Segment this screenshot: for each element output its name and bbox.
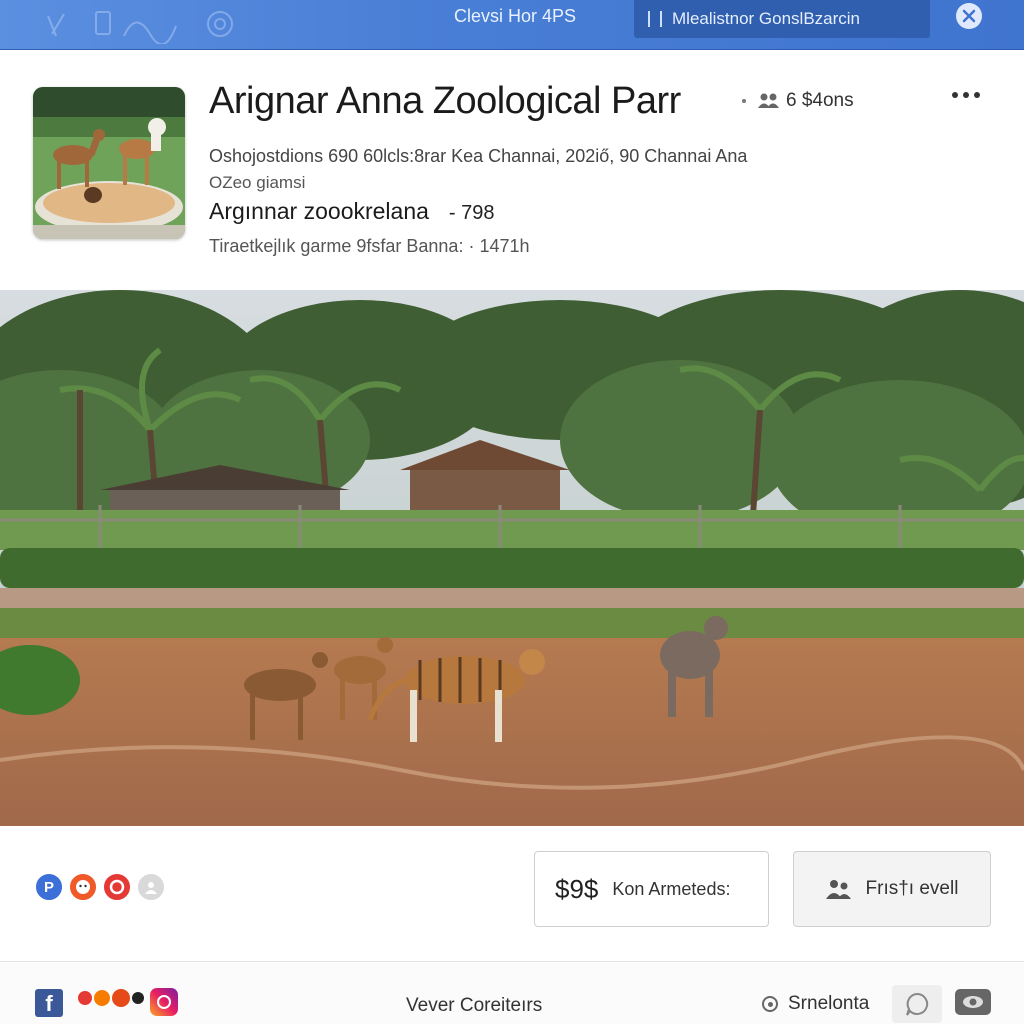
face-icon bbox=[76, 880, 90, 894]
visitor-avatars[interactable]: P bbox=[34, 872, 166, 902]
people-icon bbox=[758, 93, 779, 108]
zoo-scene bbox=[0, 290, 1024, 826]
close-button[interactable] bbox=[956, 3, 982, 29]
chat-bubble-icon bbox=[906, 992, 929, 1016]
social-dot-icon bbox=[112, 989, 130, 1007]
avatar bbox=[68, 872, 98, 902]
more-dot bbox=[963, 92, 969, 98]
ring-icon bbox=[109, 879, 125, 895]
details-line: Tiraetkejlık garme 9fsfar Banna: · 1471h bbox=[209, 236, 530, 256]
search-tab-label: Mlealistnor GonslBzarcin bbox=[672, 9, 861, 28]
social-dot-icon bbox=[132, 992, 144, 1004]
subtitle-row: Argınnar zoookrelana - 798 bbox=[209, 198, 495, 225]
location-link[interactable]: Srnelonta bbox=[762, 993, 869, 1015]
close-icon bbox=[962, 9, 976, 23]
avatar-placeholder bbox=[136, 872, 166, 902]
address-line: Oshojostdions 690 60lcls:8rar Kea Channa… bbox=[209, 146, 748, 166]
hero-image bbox=[0, 290, 1024, 826]
location-dot bbox=[767, 1001, 773, 1007]
first-level-button[interactable]: Frıs†ı evell bbox=[793, 851, 991, 927]
group-icon bbox=[825, 880, 851, 899]
social-dot-icon bbox=[78, 991, 92, 1005]
visitors-stat-button[interactable]: $9$ Kon Armeteds: bbox=[534, 851, 769, 927]
facebook-icon[interactable]: f bbox=[35, 989, 63, 1017]
place-number: - 798 bbox=[448, 202, 495, 224]
top-bar: Clevsi Hor 4PS Mlealistnor GonslBzarcin bbox=[0, 0, 1024, 50]
avatar: P bbox=[34, 872, 64, 902]
first-level-label: Frıs†ı evell bbox=[865, 878, 959, 899]
footer-bar: f Vever Coreiteırs Srnelonta bbox=[0, 963, 1024, 1024]
instagram-lens bbox=[157, 995, 171, 1009]
people-count: 6 $4ons bbox=[742, 90, 854, 112]
person-icon bbox=[145, 882, 157, 894]
instagram-icon[interactable] bbox=[150, 988, 178, 1016]
page-title: Arignar Anna Zoological Parr bbox=[209, 80, 681, 122]
chat-button[interactable] bbox=[892, 985, 942, 1023]
category-line: OZeo giamsi bbox=[209, 173, 306, 192]
place-thumbnail[interactable] bbox=[33, 87, 185, 239]
location-icon bbox=[762, 996, 778, 1012]
decorative-doodles bbox=[47, 11, 233, 44]
more-options-button[interactable] bbox=[952, 92, 980, 98]
eye-icon bbox=[963, 996, 983, 1008]
action-row: P $9$ Kon Armeteds: Frıs†ı evell bbox=[0, 826, 1024, 962]
footer-link[interactable]: Vever Coreiteırs bbox=[406, 995, 542, 1017]
people-count-label: 6 $4ons bbox=[786, 90, 854, 111]
social-dot-icon bbox=[94, 990, 110, 1006]
thumbnail-image bbox=[33, 87, 185, 239]
search-tab[interactable]: Mlealistnor GonslBzarcin bbox=[634, 0, 930, 38]
view-button[interactable] bbox=[955, 989, 991, 1015]
place-subtitle: Argınnar zoookrelana bbox=[209, 198, 429, 224]
stat-label: Kon Armeteds: bbox=[612, 878, 731, 899]
topbar-title: Clevsi Hor 4PS bbox=[454, 6, 577, 26]
separator-dot bbox=[742, 99, 746, 103]
place-header: Arignar Anna Zoological Parr 6 $4ons Osh… bbox=[0, 52, 1024, 288]
social-icons[interactable] bbox=[78, 989, 144, 1007]
more-dot bbox=[974, 92, 980, 98]
avatar bbox=[102, 872, 132, 902]
stat-number: $9$ bbox=[555, 873, 599, 904]
location-label: Srnelonta bbox=[788, 993, 870, 1014]
more-dot bbox=[952, 92, 958, 98]
tab-icon bbox=[648, 11, 662, 27]
